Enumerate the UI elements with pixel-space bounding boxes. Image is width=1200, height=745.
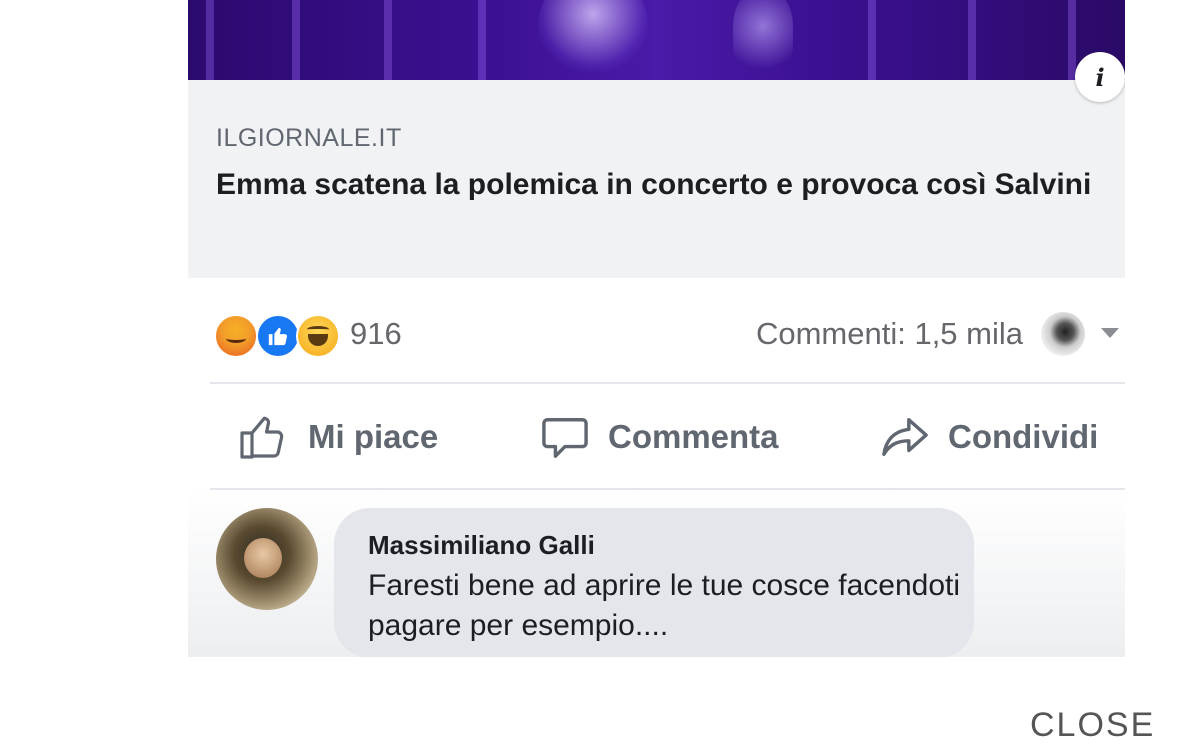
comment-bubble[interactable]: Massimiliano Galli Faresti bene ad aprir… [334, 508, 974, 657]
like-icon [240, 416, 284, 459]
info-icon-glyph: i [1095, 62, 1105, 92]
share-button[interactable]: Condividi [880, 413, 1098, 461]
angry-reaction-icon[interactable] [214, 314, 258, 358]
post-image[interactable] [188, 0, 1125, 80]
divider [210, 382, 1125, 384]
avatar[interactable] [216, 508, 318, 610]
image-light-stripe [868, 0, 876, 80]
share-label: Condividi [948, 418, 1099, 455]
post-actions: Mi piace Commenta Condividi [188, 385, 1125, 485]
thumb-up-icon [268, 327, 288, 346]
image-light-stripe [968, 0, 976, 80]
share-icon [882, 418, 928, 456]
comment-section: Massimiliano Galli Faresti bene ad aprir… [188, 490, 1125, 657]
like-reaction-icon[interactable] [256, 314, 300, 358]
reaction-count[interactable]: 916 [350, 316, 402, 352]
comment-label: Commenta [608, 418, 779, 455]
image-light-stripe [384, 0, 392, 80]
link-domain: ILGIORNALE.IT [216, 124, 402, 152]
info-icon[interactable]: i [1075, 52, 1125, 102]
comment-button[interactable]: Commenta [540, 413, 779, 461]
link-headline[interactable]: Emma scatena la polemica in concerto e p… [216, 166, 1096, 204]
haha-reaction-icon[interactable] [296, 314, 340, 358]
comments-count[interactable]: Commenti: 1,5 mila [756, 316, 1023, 352]
image-light-stripe [1068, 0, 1076, 80]
viewer-avatar[interactable] [1041, 312, 1085, 356]
image-performer [538, 0, 648, 80]
facebook-post: ILGIORNALE.IT Emma scatena la polemica i… [188, 0, 1125, 657]
chevron-down-icon[interactable] [1101, 328, 1119, 338]
image-light-stripe [206, 0, 214, 80]
image-light-stripe [478, 0, 486, 80]
like-label: Mi piace [308, 418, 439, 455]
image-performer-detail [733, 0, 793, 80]
comment-text: Faresti bene ad aprire le tue cosce face… [368, 569, 961, 642]
comment-author[interactable]: Massimiliano Galli [368, 530, 595, 561]
image-light-stripe [292, 0, 300, 80]
link-preview[interactable]: ILGIORNALE.IT Emma scatena la polemica i… [188, 80, 1125, 278]
reactions-bar: 916 Commenti: 1,5 mila [188, 290, 1125, 380]
like-button[interactable]: Mi piace [238, 413, 438, 461]
comment-icon [542, 418, 588, 458]
